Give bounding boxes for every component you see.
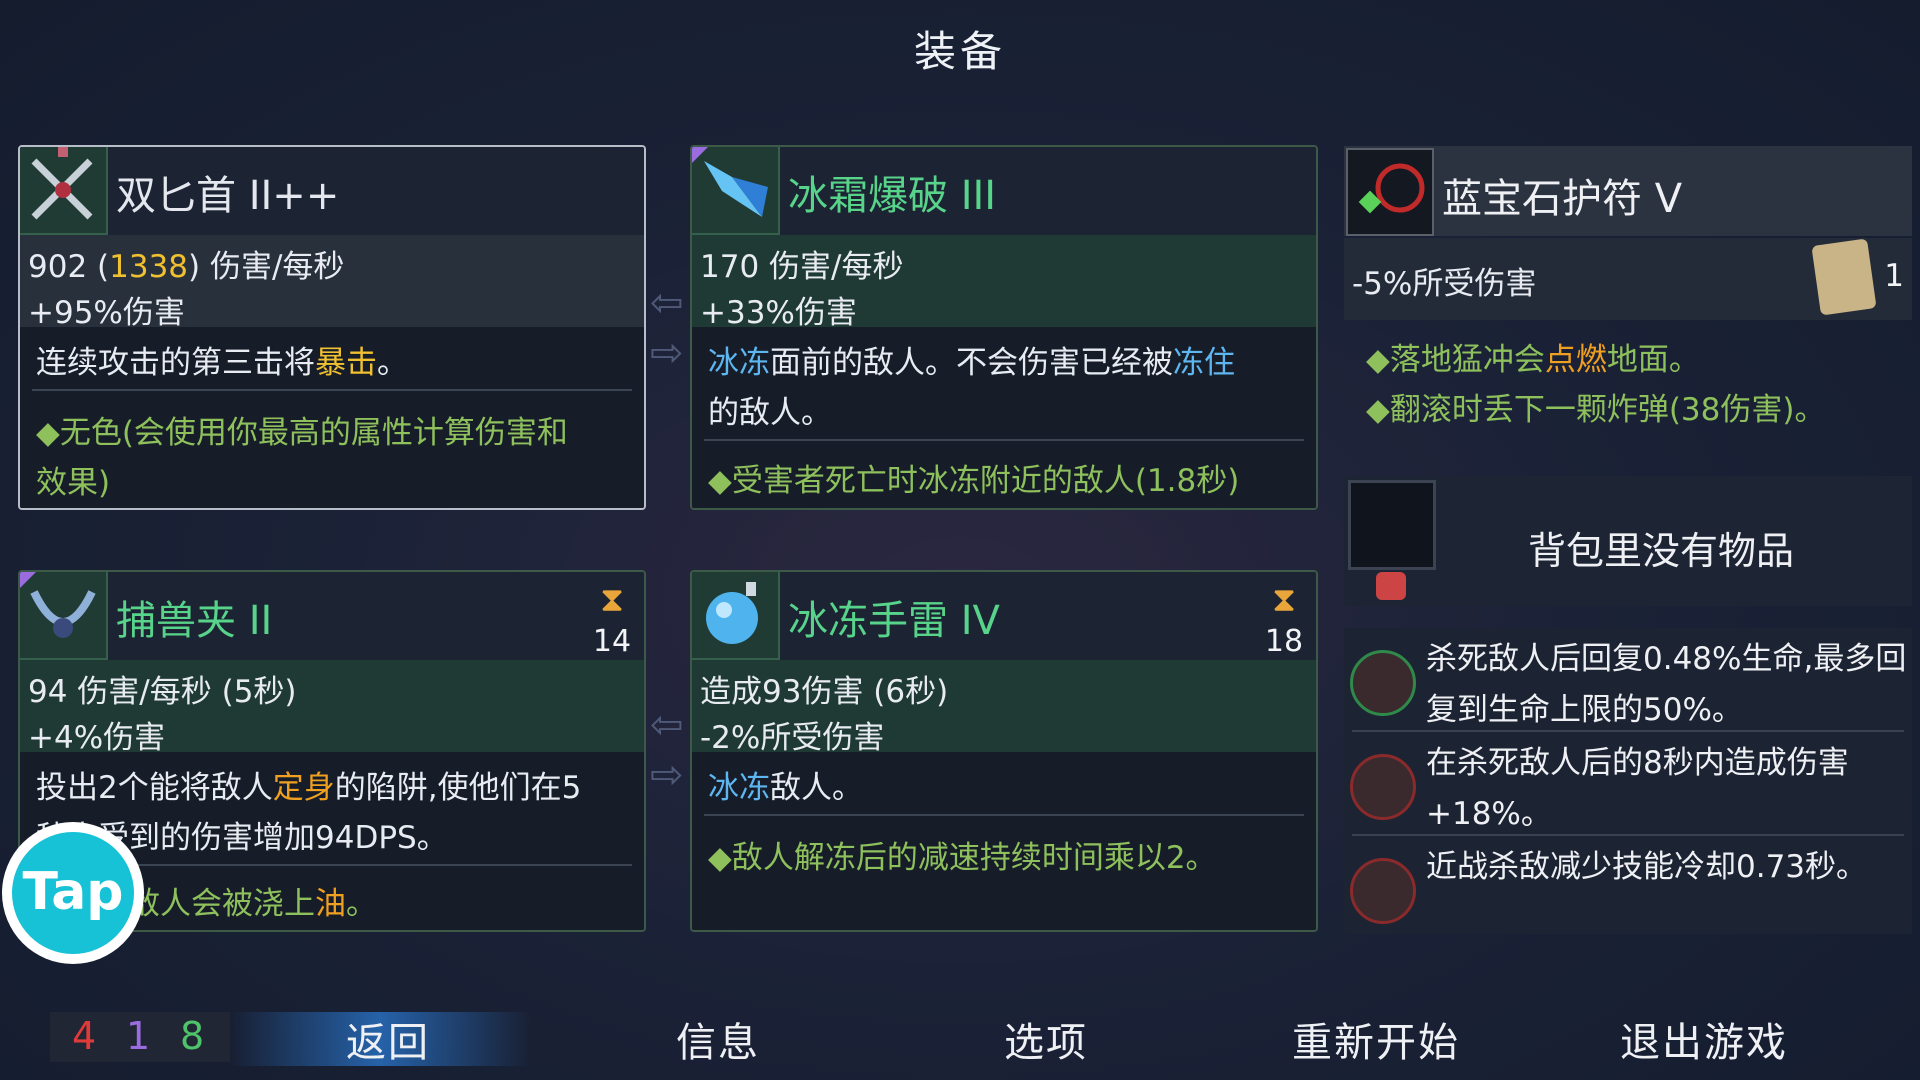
- tactics-count: 1: [126, 1014, 151, 1058]
- restart-button[interactable]: 重新开始: [1292, 1010, 1460, 1068]
- swap-right-arrow-icon[interactable]: ⇨: [650, 330, 684, 376]
- amulet-icon: [1346, 148, 1434, 236]
- weapon-description: 的敌人。: [708, 395, 832, 431]
- weapon-card-frost-blast[interactable]: 冰霜爆破 III 170 伤害/每秒 +33%伤害 冰冻面前的敌人。不会伤害已经…: [690, 145, 1318, 510]
- brutality-count: 4: [72, 1014, 97, 1058]
- divider: [704, 814, 1304, 816]
- damage-bonus: +95%伤害: [28, 295, 185, 331]
- damage-stat: 造成93伤害 (6秒): [700, 674, 949, 710]
- options-button[interactable]: 选项: [1004, 1010, 1088, 1068]
- swap-left-arrow-icon[interactable]: ⇦: [650, 702, 684, 748]
- skill-description: 冰冻敌人。: [708, 770, 863, 806]
- backpack-empty-text: 背包里没有物品: [1528, 529, 1795, 573]
- quit-game-button[interactable]: 退出游戏: [1620, 1010, 1788, 1068]
- bear-trap-icon: [20, 572, 108, 660]
- scroll-icon: [1811, 238, 1877, 316]
- list-item[interactable]: 杀死敌人后回复0.48%生命,最多回复到生命上限的50%。: [1344, 628, 1912, 728]
- bonus-line: ◆无色(会使用你最高的属性计算伤害和: [36, 415, 568, 451]
- cooldown-indicator: ⧗ 14: [592, 580, 632, 659]
- amulet-bonus: ◆落地猛冲会点燃地面。: [1366, 342, 1700, 378]
- skill-description: 投出2个能将敌人定身的陷阱,使他们在5: [36, 770, 582, 806]
- mutation-text: 杀死敌人后回复0.48%生命,最多回复到生命上限的50%。: [1426, 641, 1907, 728]
- amulet-stat: -5%所受伤害: [1352, 266, 1537, 302]
- skill-card-freeze-grenade[interactable]: 冰冻手雷 IV ⧗ 18 造成93伤害 (6秒) -2%所受伤害 冰冻敌人。 ◆…: [690, 570, 1318, 932]
- damage-bonus: +33%伤害: [700, 295, 857, 331]
- list-item[interactable]: 在杀死敌人后的8秒内造成伤害+18%。: [1344, 732, 1912, 832]
- mutation-icon: [1350, 858, 1416, 924]
- weapon-description: 连续攻击的第三击将暴击。: [36, 345, 408, 381]
- mutation-icon: [1350, 754, 1416, 820]
- divider: [704, 439, 1304, 441]
- mutation-icon: [1350, 650, 1416, 716]
- freeze-grenade-icon: [692, 572, 780, 660]
- bonus-line: ◆敌人解冻后的减速持续时间乘以2。: [708, 840, 1217, 876]
- page-title: 装备: [913, 27, 1006, 76]
- swap-left-arrow-icon[interactable]: ⇦: [650, 280, 684, 326]
- backpack-icon: [1376, 572, 1406, 600]
- frost-crystal-icon: [692, 147, 780, 235]
- amulet-panel[interactable]: 蓝宝石护符 V -5%所受伤害 1 ◆落地猛冲会点燃地面。 ◆翻滚时丢下一颗炸弹…: [1344, 146, 1912, 446]
- skill-name: 捕兽夹 II: [116, 598, 273, 644]
- hourglass-icon: ⧗: [600, 580, 624, 620]
- bonus-line: 效果): [36, 465, 111, 501]
- mutation-text: 近战杀敌减少技能冷却0.73秒。: [1426, 849, 1868, 885]
- bottom-menu-bar: 4 1 8 返回 信息 选项 重新开始 退出游戏: [0, 1000, 1920, 1080]
- swap-right-arrow-icon[interactable]: ⇨: [650, 752, 684, 798]
- weapon-description: 冰冻面前的敌人。不会伤害已经被冻住: [708, 345, 1235, 381]
- amulet-name: 蓝宝石护符 V: [1442, 176, 1683, 222]
- scroll-count: 1: [1884, 258, 1904, 294]
- info-button[interactable]: 信息: [676, 1010, 760, 1068]
- bonus-line: ◆受害者死亡时冰冻附近的敌人(1.8秒): [708, 463, 1240, 499]
- damage-bonus: +4%伤害: [28, 720, 166, 756]
- weapon-name: 双匕首 II++: [116, 173, 340, 219]
- mutations-list: 杀死敌人后回复0.48%生命,最多回复到生命上限的50%。 在杀死敌人后的8秒内…: [1344, 628, 1912, 934]
- backpack-panel[interactable]: 背包里没有物品: [1344, 476, 1912, 606]
- mutation-text: 在杀死敌人后的8秒内造成伤害+18%。: [1426, 745, 1849, 832]
- defense-bonus: -2%所受伤害: [700, 720, 885, 756]
- list-item[interactable]: 近战杀敌减少技能冷却0.73秒。: [1344, 836, 1912, 936]
- cooldown-value: 18: [1264, 624, 1304, 659]
- tap-logo-icon: Tap: [12, 832, 134, 954]
- tap-overlay-button[interactable]: Tap: [2, 822, 144, 964]
- cooldown-indicator: ⧗ 18: [1264, 580, 1304, 659]
- dps-stat: 94 伤害/每秒 (5秒): [28, 674, 297, 710]
- survival-count: 8: [180, 1014, 205, 1058]
- dagger-icon: [20, 147, 108, 235]
- hourglass-icon: ⧗: [1272, 580, 1296, 620]
- scroll-counts: 4 1 8: [50, 1012, 230, 1062]
- dps-stat: 170 伤害/每秒: [700, 249, 904, 285]
- cooldown-value: 14: [592, 624, 632, 659]
- skill-name: 冰冻手雷 IV: [788, 598, 1000, 644]
- weapon-name: 冰霜爆破 III: [788, 173, 997, 219]
- backpack-slot[interactable]: [1348, 480, 1436, 570]
- weapon-card-dual-daggers[interactable]: 双匕首 II++ 902 (1338) 伤害/每秒 +95%伤害 连续攻击的第三…: [18, 145, 646, 510]
- back-button[interactable]: 返回: [346, 1010, 430, 1068]
- amulet-bonus: ◆翻滚时丢下一颗炸弹(38伤害)。: [1366, 392, 1826, 428]
- dps-stat: 902 (1338) 伤害/每秒: [28, 249, 345, 285]
- divider: [32, 389, 632, 391]
